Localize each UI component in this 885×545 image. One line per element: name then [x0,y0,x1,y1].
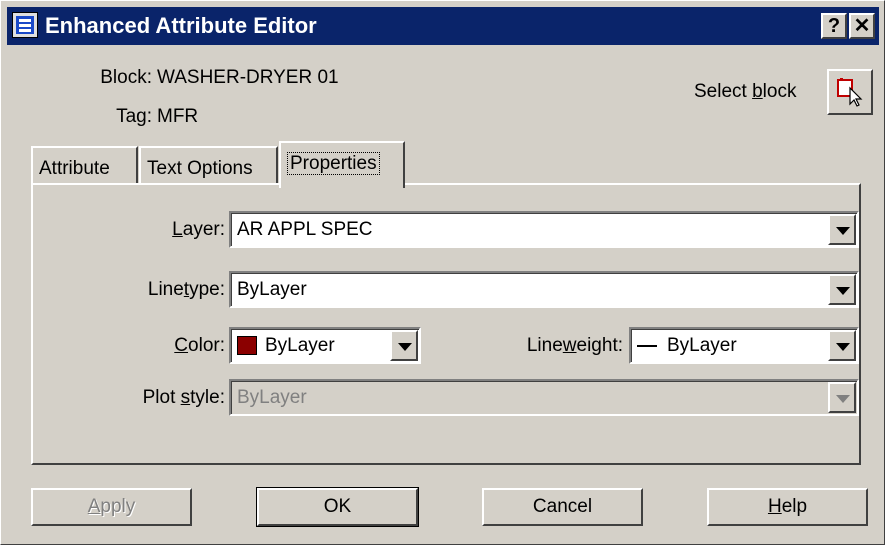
chevron-down-icon[interactable] [828,274,856,305]
plot-style-label: Plot style: [142,387,225,408]
color-value: ByLayer [265,335,335,356]
block-label: Block: [100,67,152,88]
plot-style-select[interactable]: ByLayer [229,379,859,416]
tab-label: Attribute [39,158,110,179]
tab-properties[interactable]: Properties [279,141,405,188]
plot-style-value: ByLayer [237,387,307,408]
help-icon[interactable]: ? [821,13,847,39]
title-bar[interactable]: Enhanced Attribute Editor ? ✕ [7,7,879,45]
color-select[interactable]: ByLayer [229,327,421,364]
lineweight-select[interactable]: ByLayer [629,327,859,364]
pick-object-icon [837,78,863,107]
select-block-label: Select block [694,81,797,102]
enhanced-attribute-editor-dialog: Enhanced Attribute Editor ? ✕ Block: WAS… [0,0,885,545]
ok-button[interactable]: OK [256,487,419,527]
block-value: WASHER-DRYER 01 [157,67,339,88]
tab-label: Text Options [147,158,253,179]
cancel-button[interactable]: Cancel [482,488,643,526]
layer-select[interactable]: AR APPL SPEC [229,211,859,248]
layer-label: Layer: [172,219,225,240]
color-label: Color: [174,335,225,356]
chevron-down-icon[interactable] [828,214,856,245]
close-icon[interactable]: ✕ [849,13,875,39]
linetype-select[interactable]: ByLayer [229,271,859,308]
tag-value: MFR [157,106,199,127]
apply-button[interactable]: Apply [31,488,192,526]
window-title: Enhanced Attribute Editor [45,13,317,38]
chevron-down-icon[interactable] [828,330,856,361]
help-button[interactable]: Help [707,488,868,526]
chevron-down-icon[interactable] [390,330,418,361]
select-block-button[interactable] [827,69,873,115]
layer-value: AR APPL SPEC [237,219,373,240]
linetype-label: Linetype: [147,279,225,300]
linetype-value: ByLayer [237,279,307,300]
tab-attribute[interactable]: Attribute [31,146,138,184]
properties-panel: Layer: AR APPL SPEC Linetype: ByLayer Co… [31,183,861,465]
chevron-down-icon [828,382,856,413]
tab-label: Properties [287,152,380,175]
lineweight-sample [637,345,657,347]
tag-label: Tag: [116,106,152,127]
app-icon [12,12,38,38]
tab-text-options[interactable]: Text Options [139,146,278,184]
color-swatch [237,336,257,355]
lineweight-label: Lineweight: [526,335,623,356]
lineweight-value: ByLayer [667,335,737,356]
